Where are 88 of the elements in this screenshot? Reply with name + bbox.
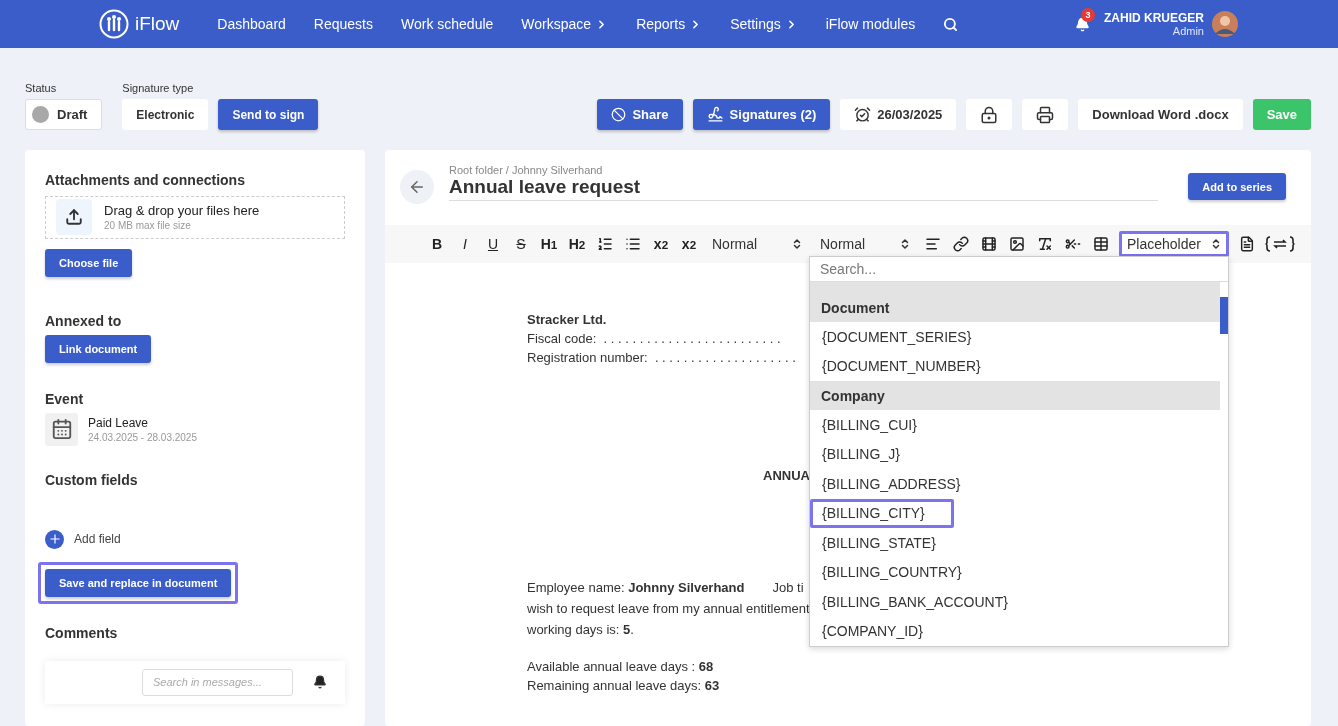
placeholder-option[interactable]: {DOCUMENT_SERIES}	[810, 322, 984, 352]
document-text: Available annual leave days : 68	[527, 659, 714, 674]
section-title: Annexed to	[45, 312, 123, 329]
format-button[interactable]: I	[451, 231, 479, 257]
section-title: Custom fields	[45, 471, 139, 488]
placeholder-option[interactable]: {BILLING_J}	[810, 439, 912, 469]
format-select[interactable]: Placeholder	[1119, 231, 1229, 257]
format-button[interactable]: B	[423, 231, 451, 257]
print-button[interactable]	[1022, 99, 1069, 130]
alarm-clock-icon	[854, 106, 872, 123]
signature-icon	[706, 106, 724, 123]
scrollbar-thumb[interactable]	[1220, 297, 1228, 334]
user-name: ZAHID KRUEGER	[1104, 11, 1204, 25]
document-text: Stracker Ltd.	[527, 311, 607, 329]
logo-text: iFlow	[135, 13, 180, 35]
breadcrumb: Root folder / Johnny Silverhand	[449, 164, 604, 176]
up-down-icon	[1210, 238, 1222, 250]
add-field-link[interactable]: Add field	[45, 529, 345, 549]
placeholder-option[interactable]: {BILLING_BANK_ACCOUNT}	[810, 587, 1020, 617]
add-to-series-button[interactable]: Add to series	[1188, 173, 1286, 200]
search-icon[interactable]	[943, 16, 959, 32]
user-role: Admin	[1172, 25, 1204, 37]
placeholder-option[interactable]: {BILLING_STATE}	[810, 528, 948, 558]
event-dates: 24.03.2025 - 28.03.2025	[88, 431, 197, 443]
field-label: Signature type	[122, 82, 195, 94]
document-text: Remaining annual leave days: 63	[527, 678, 720, 693]
section-title: Comments	[45, 624, 119, 641]
save-replace-button[interactable]: Save and replace in document	[45, 568, 232, 597]
drop-title: Drag & drop your files here	[104, 203, 260, 219]
group-header: Company	[810, 381, 1220, 410]
nav-link[interactable]: Work schedule	[401, 16, 494, 32]
placeholder-option[interactable]: {BILLING_CITY}	[810, 498, 954, 528]
signature-type-button[interactable]: Electronic	[122, 99, 209, 130]
document-text: Registration number: . . . . . . . . . . . . . . . . . . . .	[527, 349, 796, 367]
notification-badge: 3	[1081, 7, 1095, 22]
document-text: working days is: 5.	[527, 622, 634, 637]
due-date-button[interactable]: 26/03/2025	[840, 99, 957, 130]
section-title: Attachments and connections	[45, 172, 246, 188]
back-button[interactable]	[400, 170, 434, 204]
nav-link[interactable]: Workspace	[521, 16, 609, 32]
placeholder-search-field[interactable]: Search...	[810, 257, 1228, 282]
status-chip: Draft	[25, 99, 103, 130]
lock-icon	[980, 105, 999, 124]
share-button[interactable]: Share	[597, 99, 683, 130]
send-to-sign-button[interactable]: Send to sign	[218, 99, 319, 130]
placeholder-option[interactable]: {BILLING_COUNTRY}	[810, 557, 974, 587]
event-name: Paid Leave	[88, 415, 150, 430]
avatar[interactable]	[1212, 11, 1238, 37]
format-select[interactable]: Normal	[707, 231, 807, 257]
document-text: wish to request leave from my annual entitlement	[527, 601, 810, 616]
upload-icon	[56, 199, 92, 236]
document-title: Annual leave request	[449, 176, 642, 198]
signatures-button[interactable]: Signatures (2)	[692, 99, 831, 130]
comments-search-field[interactable]: Search in messages...	[142, 668, 293, 696]
document-text: Fiscal code: . . . . . . . . . . . . . . . . . . . . . . . . .	[527, 330, 781, 348]
placeholder-option[interactable]: {BILLING_ADDRESS}	[810, 469, 973, 499]
ban-icon	[611, 107, 627, 122]
format-select[interactable]: Normal	[815, 231, 915, 257]
document-text: Job ti	[772, 580, 804, 595]
download-word-button[interactable]: Download Word .docx	[1078, 99, 1243, 130]
up-down-icon	[899, 238, 911, 250]
bell-icon[interactable]	[313, 675, 327, 690]
status-dot	[32, 106, 49, 123]
document-heading: ANNUA	[763, 467, 810, 485]
up-down-icon	[791, 238, 803, 250]
calendar-icon	[45, 412, 78, 446]
lock-button[interactable]	[966, 99, 1013, 130]
file-drop-zone[interactable]: Drag & drop your files here 20 MB max file size	[45, 196, 345, 239]
placeholder-option[interactable]: {BILLING_CUI}	[810, 410, 929, 440]
nav-link[interactable]: iFlow modules	[825, 16, 916, 32]
group-header: Document	[810, 282, 1220, 322]
placeholder-option[interactable]: {DOCUMENT_NUMBER}	[810, 351, 993, 381]
document-text: Employee name: Johnny Silverhand	[527, 580, 745, 595]
field-label: Status	[25, 82, 58, 94]
nav-link[interactable]: Requests	[313, 16, 373, 32]
nav-link[interactable]: Dashboard	[217, 16, 286, 32]
format-button[interactable]: S	[507, 231, 535, 257]
printer-icon	[1036, 105, 1055, 124]
plus-icon	[45, 529, 64, 549]
nav-link[interactable]: Reports	[636, 16, 703, 32]
nav-link[interactable]: Settings	[730, 16, 798, 32]
section-title: Event	[45, 390, 85, 407]
choose-file-button[interactable]: Choose file	[45, 248, 133, 277]
format-button[interactable]: U	[479, 231, 507, 257]
placeholder-option[interactable]: {COMPANY_ID}	[810, 616, 935, 646]
drop-hint: 20 MB max file size	[104, 220, 192, 232]
link-document-button[interactable]: Link document	[45, 334, 152, 363]
logo-icon	[99, 9, 129, 39]
